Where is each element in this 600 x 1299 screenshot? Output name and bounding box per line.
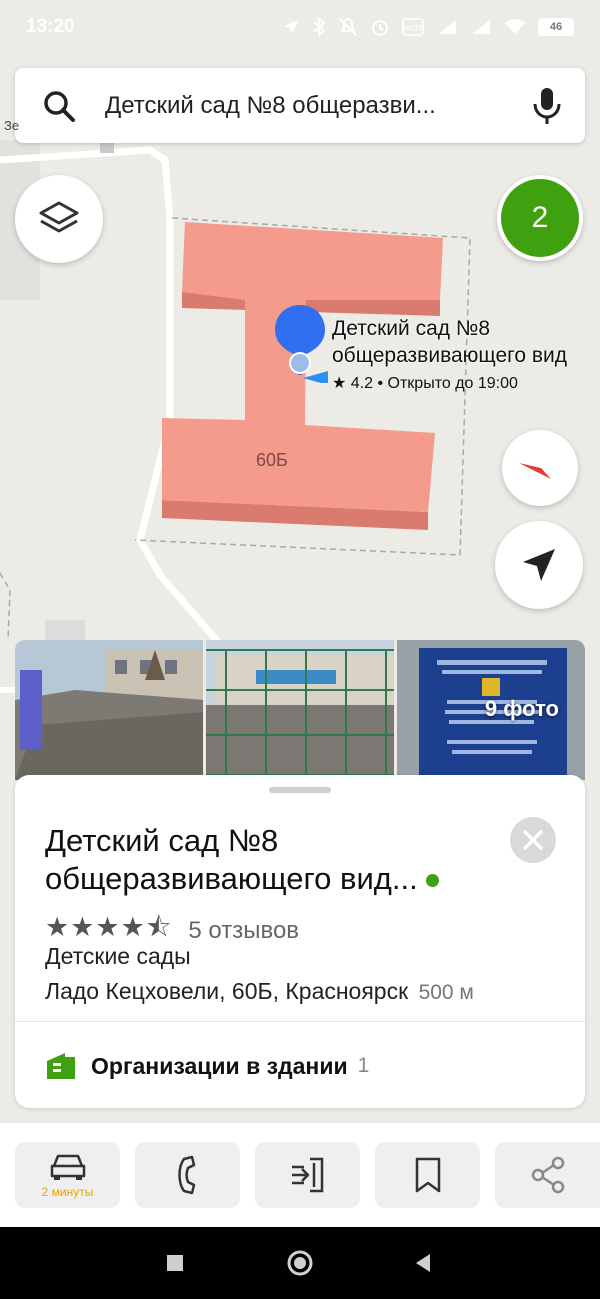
map-place-rating: ★ 4.2 — [332, 375, 374, 392]
nearby-count-badge: 2 — [501, 179, 579, 257]
map-place-label[interactable]: Детский сад №8 общеразвивающего вид ★ 4.… — [332, 315, 600, 393]
reviews-link[interactable]: 5 отзывов — [188, 917, 299, 945]
organizations-in-building-row[interactable]: Организации в здании 1 — [45, 1051, 369, 1081]
bookmark-button[interactable] — [375, 1142, 480, 1208]
signal-icon — [472, 20, 490, 34]
mute-icon — [339, 17, 357, 36]
divider — [15, 1021, 585, 1022]
system-navigation-bar — [0, 1227, 600, 1299]
microphone-icon[interactable] — [531, 86, 563, 126]
back-icon — [416, 1254, 430, 1272]
call-button[interactable] — [135, 1142, 240, 1208]
map-place-title-line2: общеразвивающего вид — [332, 344, 567, 367]
place-card[interactable]: Детский сад №8 общеразвивающего вид... ★… — [15, 775, 585, 1108]
place-title-line1: Детский сад №8 — [45, 823, 279, 858]
bluetooth-icon — [313, 17, 326, 37]
close-icon — [523, 830, 543, 850]
svg-text:VoLTE: VoLTE — [403, 24, 423, 32]
layers-icon — [39, 201, 79, 233]
address-row: Ладо Кецховели, 60Б, Красноярск 500 м — [45, 978, 474, 1005]
place-distance: 500 м — [418, 981, 474, 1004]
nearby-count-button[interactable]: 2 — [497, 175, 583, 261]
photo-count-label[interactable]: 9 фото — [485, 696, 559, 722]
search-input[interactable]: Детский сад №8 общеразви... — [105, 92, 531, 120]
car-icon — [50, 1154, 85, 1180]
share-button[interactable] — [495, 1142, 600, 1208]
route-button[interactable]: 2 минуты — [15, 1142, 120, 1208]
navigation-arrow-icon — [523, 549, 555, 581]
volte-icon: VoLTE — [402, 18, 424, 36]
share-icon — [531, 1156, 564, 1194]
battery-icon: 46 — [538, 18, 574, 36]
photo-thumbnail[interactable] — [15, 640, 203, 780]
close-button[interactable] — [510, 817, 556, 863]
entrance-icon — [291, 1157, 323, 1193]
place-title: Детский сад №8 общеразвивающего вид... — [45, 822, 505, 898]
search-icon[interactable] — [41, 88, 77, 124]
my-location-button[interactable] — [495, 521, 583, 609]
place-category: Детские сады — [45, 943, 191, 969]
bookmark-icon — [415, 1157, 440, 1193]
compass-button[interactable] — [502, 430, 578, 506]
photo-thumbnail[interactable]: 9 фото — [397, 640, 585, 780]
map-place-meta: ★ 4.2 • Открыто до 19:00 — [332, 373, 600, 393]
location-arrow-icon — [284, 20, 298, 34]
organizations-label: Организации в здании — [91, 1052, 348, 1079]
drag-handle[interactable] — [269, 787, 331, 793]
map-place-hours: • Открыто до 19:00 — [377, 375, 518, 392]
action-bar: 2 минуты — [0, 1123, 600, 1227]
phone-icon — [177, 1155, 195, 1195]
alarm-icon — [372, 20, 388, 36]
road-label: Зе — [4, 118, 20, 133]
wifi-icon — [505, 19, 525, 34]
status-time: 13:20 — [26, 16, 75, 37]
building-icon — [47, 1053, 75, 1079]
signal-icon — [438, 20, 456, 34]
home-button[interactable] — [275, 1227, 325, 1299]
recents-button[interactable] — [150, 1227, 200, 1299]
compass-icon — [519, 463, 561, 479]
organizations-count: 1 — [357, 1054, 370, 1077]
route-time-label: 2 минуты — [41, 1184, 94, 1199]
open-status-dot — [425, 874, 439, 888]
layers-button[interactable] — [15, 175, 103, 263]
map-place-title-line1: Детский сад №8 — [332, 317, 491, 340]
recents-icon — [167, 1255, 183, 1271]
home-icon — [287, 1250, 313, 1276]
house-number-label: 60Б — [256, 450, 288, 470]
photo-strip[interactable]: 9 фото — [15, 640, 585, 780]
status-bar: 13:20 VoLTE 46 — [0, 0, 600, 54]
photo-thumbnail[interactable] — [206, 640, 394, 780]
entrance-button[interactable] — [255, 1142, 360, 1208]
place-title-line2: общеразвивающего вид... — [45, 861, 418, 896]
back-button[interactable] — [398, 1227, 448, 1299]
place-address: Ладо Кецховели, 60Б, Красноярск — [45, 978, 409, 1004]
search-bar[interactable]: Детский сад №8 общеразви... — [15, 68, 585, 143]
location-pin-icon[interactable] — [270, 303, 332, 383]
